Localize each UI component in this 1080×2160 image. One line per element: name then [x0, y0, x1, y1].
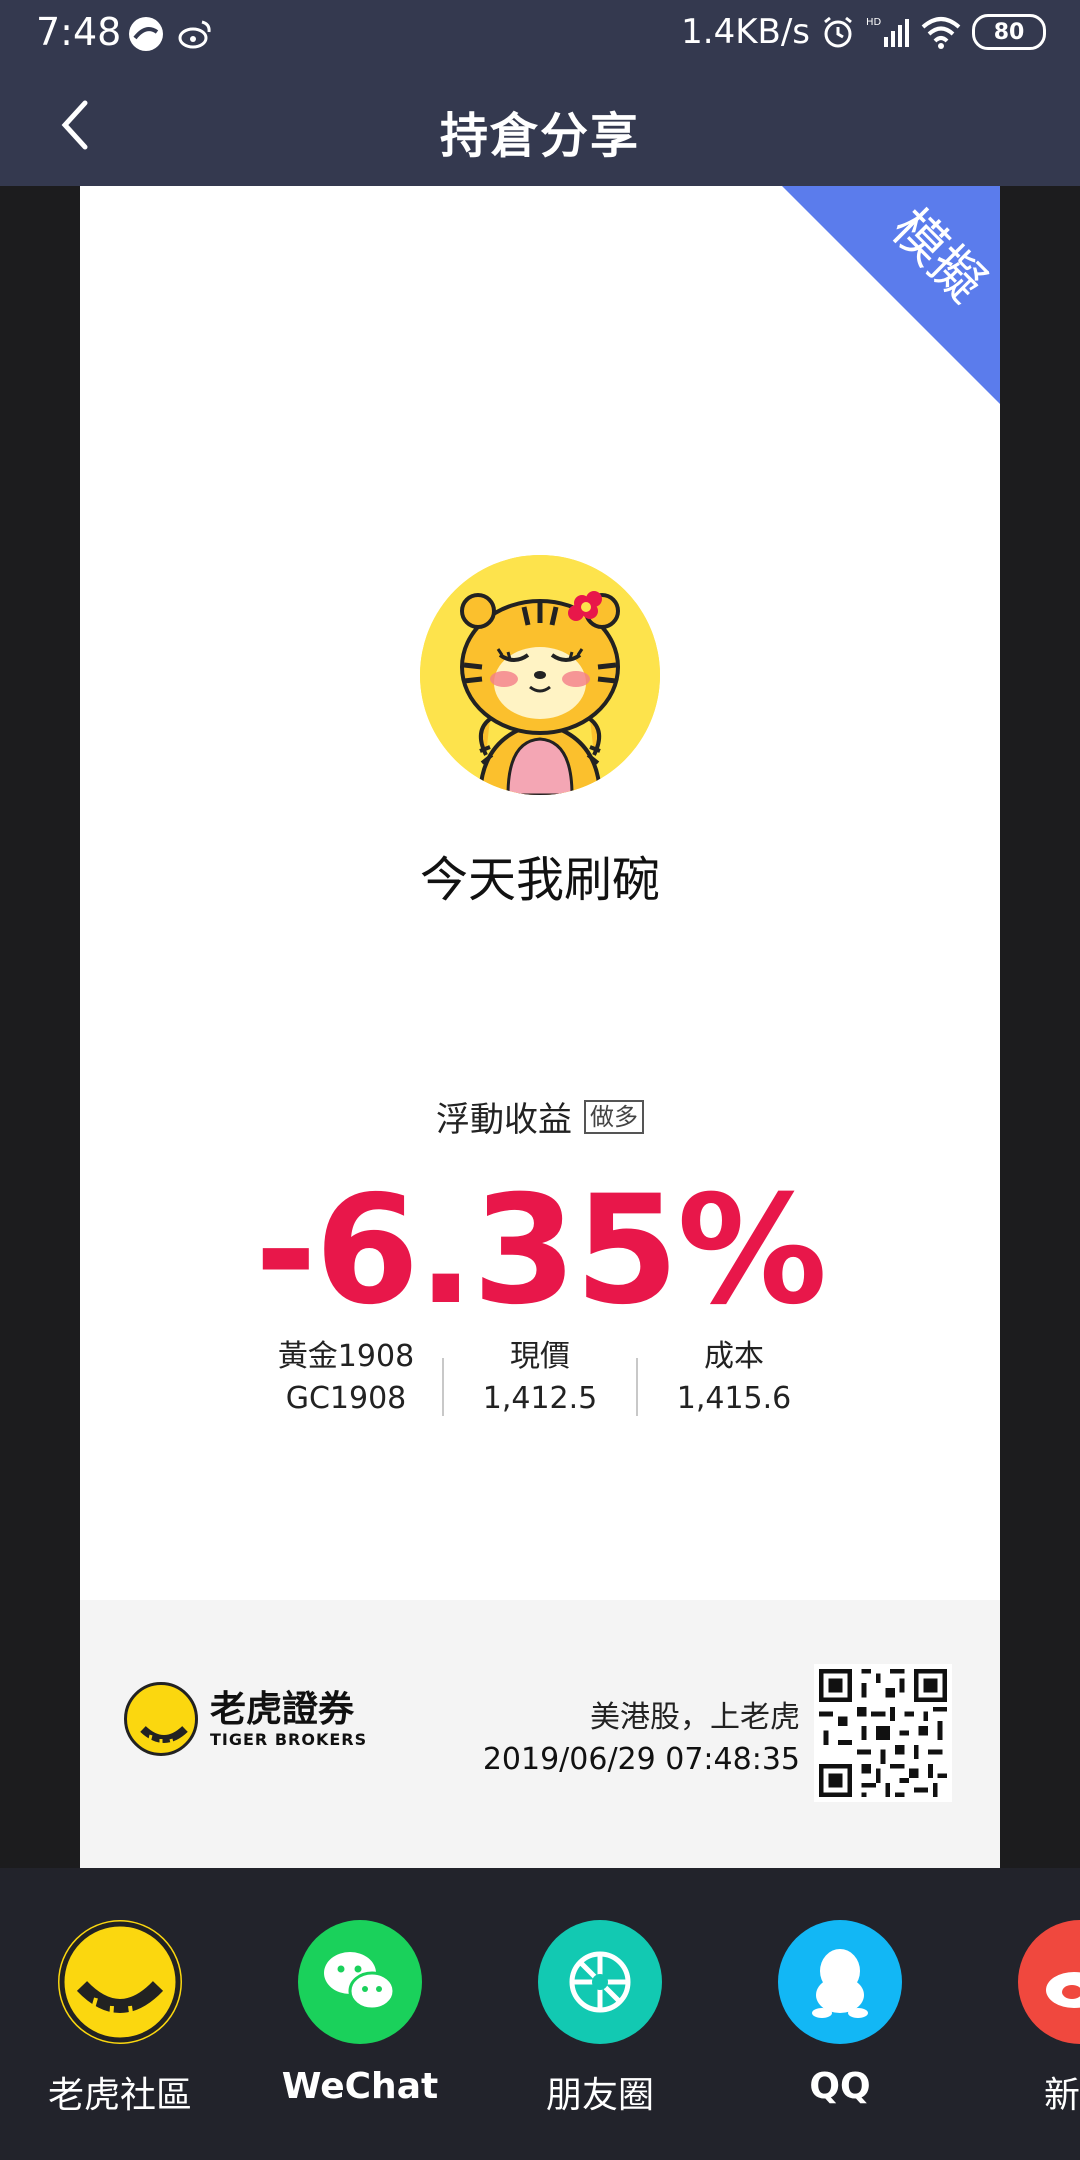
alarm-icon	[824, 16, 852, 48]
share-tiger-community[interactable]: 老虎社區	[20, 1920, 220, 2118]
weibo-notification-icon	[178, 20, 211, 49]
wifi-icon	[921, 17, 961, 49]
pl-percent: -6.35%	[254, 1164, 828, 1338]
share-label: QQ	[809, 2066, 871, 2107]
share-qq[interactable]: QQ	[740, 1920, 940, 2107]
timestamp: 2019/06/29 07:48:35	[482, 1742, 800, 1777]
stat-cost: 成本 1,415.6	[638, 1336, 830, 1436]
svg-text:HD: HD	[866, 17, 882, 28]
status-right: 1.4KB/s HD 80	[681, 12, 1046, 52]
price-label: 現價	[510, 1339, 570, 1374]
app-notification-icon	[129, 17, 163, 51]
share-bar: 老虎社區 WeChat 朋友圈 QQ 新	[0, 1868, 1080, 2160]
moments-icon	[538, 1920, 662, 2044]
pl-label-row: 浮動收益 做多	[80, 1092, 1000, 1141]
nickname: 今天我刷碗	[419, 852, 660, 908]
qq-icon	[778, 1920, 902, 2044]
stat-price: 現價 1,412.5	[444, 1336, 636, 1436]
stat-instrument: 黃金1908 GC1908	[250, 1336, 442, 1436]
notification-icons	[126, 14, 216, 54]
avatar	[420, 555, 660, 795]
tiger-avatar-icon	[420, 555, 660, 795]
brand-logo: 老虎證券 TIGER BROKERS	[124, 1682, 367, 1756]
qr-code-icon	[814, 1664, 952, 1802]
screen: 7:48 1.4KB/s HD 80 持倉分享 模擬 今天我刷碗 浮動收益 做多…	[0, 0, 1080, 2160]
signal-icon: HD	[866, 17, 909, 47]
share-moments[interactable]: 朋友圈	[500, 1920, 700, 2118]
slogan: 美港股，上老虎	[590, 1700, 800, 1735]
battery-indicator: 80	[972, 14, 1046, 50]
cost-value: 1,415.6	[676, 1381, 792, 1416]
page-title: 持倉分享	[439, 108, 640, 164]
tiger-community-icon	[58, 1920, 182, 2044]
card-footer: 老虎證券 TIGER BROKERS 美港股，上老虎 2019/06/29 07…	[80, 1600, 1000, 1868]
share-label: 老虎社區	[47, 2075, 192, 2116]
share-label: 新浪	[1043, 2075, 1080, 2116]
battery-level: 80	[993, 19, 1025, 45]
status-bar: 7:48 1.4KB/s HD 80	[0, 0, 1080, 68]
wechat-icon	[298, 1920, 422, 2044]
tiger-logo-icon	[124, 1682, 198, 1756]
share-wechat[interactable]: WeChat	[260, 1920, 460, 2107]
share-label: WeChat	[281, 2066, 439, 2107]
position-share-card: 模擬 今天我刷碗 浮動收益 做多 -6.35% 黃金1908 GC1908 現價…	[80, 186, 1000, 1868]
status-time: 7:48	[36, 10, 122, 54]
direction-badge: 做多	[584, 1099, 644, 1134]
top-bar: 7:48 1.4KB/s HD 80 持倉分享	[0, 0, 1080, 186]
net-speed: 1.4KB/s	[681, 12, 810, 52]
simulated-ribbon: 模擬	[782, 186, 1000, 404]
weibo-icon	[1018, 1920, 1080, 2044]
pl-label: 浮動收益	[436, 1100, 572, 1140]
instrument-name: 黃金1908	[277, 1339, 415, 1374]
header: 持倉分享	[0, 68, 1080, 186]
share-label: 朋友圈	[545, 2075, 654, 2116]
share-weibo[interactable]: 新浪	[980, 1920, 1080, 2118]
brand-cn: 老虎證券	[210, 1688, 355, 1730]
instrument-code: GC1908	[285, 1381, 407, 1416]
position-stats: 黃金1908 GC1908 現價 1,412.5 成本 1,415.6	[250, 1336, 830, 1436]
brand-text: 老虎證券 TIGER BROKERS	[210, 1688, 368, 1749]
brand-en: TIGER BROKERS	[210, 1729, 368, 1749]
cost-label: 成本	[704, 1339, 764, 1374]
price-value: 1,412.5	[482, 1381, 598, 1416]
